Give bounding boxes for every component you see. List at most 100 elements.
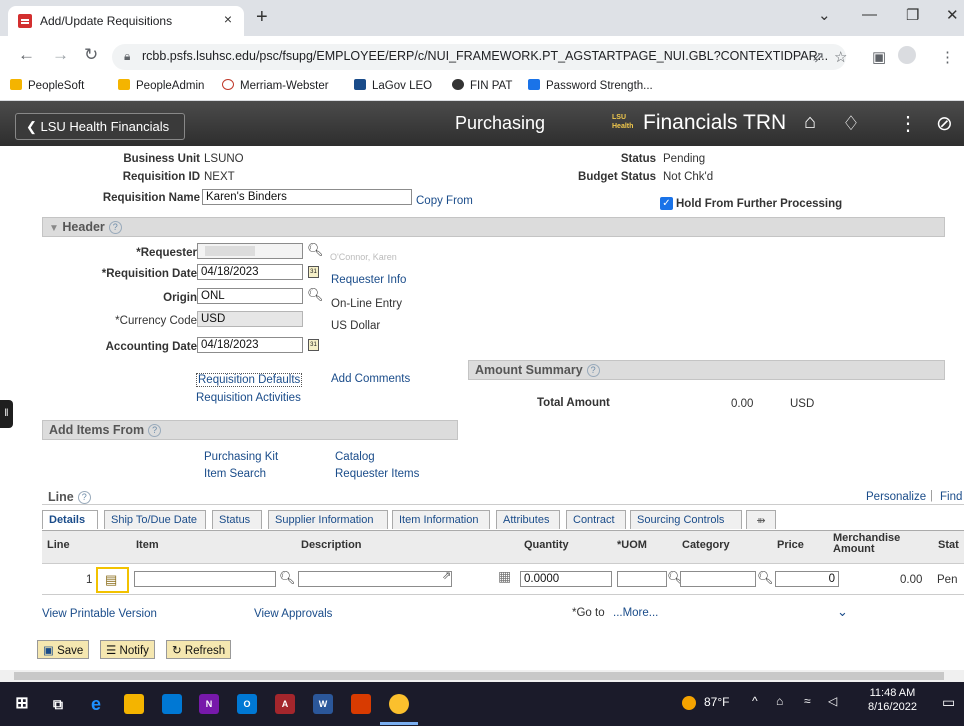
tab-close-icon[interactable]: × (224, 11, 232, 27)
item-input[interactable] (134, 571, 276, 587)
network-icon[interactable]: ⌂ (776, 694, 783, 708)
file-explorer-icon[interactable] (124, 694, 144, 714)
bookmark-password-strength[interactable]: Password Strength... (528, 79, 653, 92)
catalog-link[interactable]: Catalog (335, 451, 375, 463)
help-icon[interactable]: ? (148, 424, 162, 437)
bookmark-star-icon[interactable]: ☆ (834, 48, 847, 66)
chevron-down-icon[interactable]: ⌄ (837, 604, 848, 620)
word-icon[interactable]: W (313, 694, 333, 714)
calendar-icon[interactable]: 31 (308, 266, 319, 278)
internet-explorer-icon[interactable]: e (86, 694, 106, 714)
side-panel-toggle[interactable]: ‖ (0, 400, 13, 428)
bookmark-fin-pat[interactable]: FIN PAT (452, 79, 512, 92)
category-lookup-icon[interactable]: 🔍︎ (757, 570, 774, 586)
speaker-icon[interactable]: ◁ (828, 694, 837, 708)
side-panel-icon[interactable]: ▣ (872, 48, 886, 66)
tab-supplier-information[interactable]: Supplier Information (268, 510, 388, 529)
navbar-icon[interactable]: ⊘ (936, 111, 953, 136)
back-arrow-icon[interactable]: ← (18, 45, 35, 65)
tab-contract[interactable]: Contract (566, 510, 626, 529)
add-comments-link[interactable]: Add Comments (331, 373, 410, 385)
personalize-link[interactable]: Personalize (866, 491, 926, 503)
tab-item-information[interactable]: Item Information (392, 510, 490, 529)
tab-status[interactable]: Status (212, 510, 262, 529)
save-button[interactable]: ▣ Save (37, 640, 90, 659)
goto-more-select[interactable]: ...More... (613, 607, 658, 619)
notify-button[interactable]: ☰ Notify (100, 640, 155, 659)
origin-lookup-icon[interactable]: 🔍︎ (307, 287, 324, 303)
share-icon[interactable]: ⇗ (812, 48, 825, 66)
home-icon[interactable]: ⌂ (804, 111, 816, 134)
requester-info-link[interactable]: Requester Info (331, 274, 406, 286)
requisition-defaults-link[interactable]: Requisition Defaults (196, 373, 303, 387)
requisition-name-input[interactable]: Karen's Binders (202, 189, 412, 205)
browser-tab[interactable]: Add/Update Requisitions × (8, 6, 244, 36)
wifi-icon[interactable]: ≈ (804, 694, 811, 708)
task-view-icon[interactable]: ⧉ (48, 694, 68, 714)
scrollbar-thumb[interactable] (14, 672, 944, 680)
tab-attributes[interactable]: Attributes (496, 510, 560, 529)
back-to-home-button[interactable]: ❮ LSU Health Financials (15, 113, 185, 140)
temperature[interactable]: 87°F (704, 695, 729, 709)
chrome-icon[interactable] (389, 694, 409, 714)
url-bar[interactable]: 🔒︎ rcbb.psfs.lsuhsc.edu/psc/fsupg/EMPLOY… (112, 44, 846, 70)
restore-icon[interactable]: ❐ (906, 6, 919, 24)
access-icon[interactable]: A (275, 694, 295, 714)
show-all-columns-icon[interactable]: ⇻ (746, 510, 776, 529)
tab-ship-to-due-date[interactable]: Ship To/Due Date (104, 510, 206, 529)
office-icon[interactable] (351, 694, 371, 714)
origin-input[interactable]: ONL (197, 288, 303, 304)
bell-icon[interactable]: ♢ (842, 111, 860, 136)
minimize-icon[interactable]: — (862, 6, 877, 23)
requester-lookup-icon[interactable]: 🔍︎ (307, 242, 324, 258)
help-icon[interactable]: ? (108, 221, 122, 234)
reload-icon[interactable]: ↻ (84, 45, 98, 65)
help-icon[interactable]: ? (77, 491, 91, 504)
requisition-activities-link[interactable]: Requisition Activities (196, 392, 301, 404)
system-clock[interactable]: 11:48 AM 8/16/2022 (868, 687, 917, 713)
view-approvals-link[interactable]: View Approvals (254, 608, 332, 620)
item-lookup-icon[interactable]: 🔍︎ (279, 570, 296, 586)
expand-text-icon[interactable]: ⇗ (442, 569, 451, 582)
quantity-input[interactable]: 0.0000 (520, 571, 612, 587)
category-input[interactable] (680, 571, 756, 587)
notification-center-icon[interactable]: ▭ (942, 694, 955, 711)
copy-from-link[interactable]: Copy From (416, 195, 473, 207)
tab-search-icon[interactable]: ⌄ (818, 6, 831, 24)
bookmark-merriam-webster[interactable]: Merriam-Webster (222, 79, 329, 92)
chevron-up-icon[interactable]: ^ (752, 694, 758, 708)
price-input[interactable]: 0 (775, 571, 839, 587)
find-link[interactable]: Find (940, 491, 962, 503)
header-section-bar[interactable]: ▼ Header? (42, 217, 945, 237)
hold-checkbox[interactable]: ✓ (660, 197, 673, 210)
line-details-icon[interactable]: ▤ (105, 572, 117, 588)
close-window-icon[interactable]: ✕ (946, 6, 959, 24)
store-icon[interactable] (162, 694, 182, 714)
refresh-button[interactable]: ↻ Refresh (166, 640, 232, 659)
horizontal-scrollbar[interactable] (0, 670, 964, 682)
help-icon[interactable]: ? (586, 364, 600, 377)
description-input[interactable] (298, 571, 452, 587)
windows-start-icon[interactable]: ⊞ (12, 694, 32, 714)
schedule-icon[interactable]: ▦ (498, 568, 511, 585)
item-search-link[interactable]: Item Search (204, 468, 266, 480)
onenote-icon[interactable]: N (199, 694, 219, 714)
purchasing-kit-link[interactable]: Purchasing Kit (204, 451, 278, 463)
outlook-icon[interactable]: O (237, 694, 257, 714)
menu-kebab-icon[interactable]: ⋮ (940, 48, 955, 66)
profile-avatar[interactable] (898, 46, 916, 64)
requisition-date-input[interactable]: 04/18/2023 (197, 264, 303, 280)
forward-arrow-icon[interactable]: → (52, 45, 69, 65)
accounting-date-input[interactable]: 04/18/2023 (197, 337, 303, 353)
actions-menu-icon[interactable]: ⋮ (898, 111, 918, 136)
bookmark-peopleadmin[interactable]: PeopleAdmin (118, 79, 204, 92)
new-tab-button[interactable]: + (256, 6, 268, 29)
requester-items-link[interactable]: Requester Items (335, 468, 419, 480)
calendar-icon[interactable]: 31 (308, 339, 319, 351)
weather-sun-icon[interactable] (682, 696, 696, 710)
view-printable-version-link[interactable]: View Printable Version (42, 608, 157, 620)
bookmark-lagov-leo[interactable]: LaGov LEO (354, 79, 432, 92)
tab-details[interactable]: Details (42, 510, 98, 529)
uom-input[interactable] (617, 571, 667, 587)
tab-sourcing-controls[interactable]: Sourcing Controls (630, 510, 742, 529)
